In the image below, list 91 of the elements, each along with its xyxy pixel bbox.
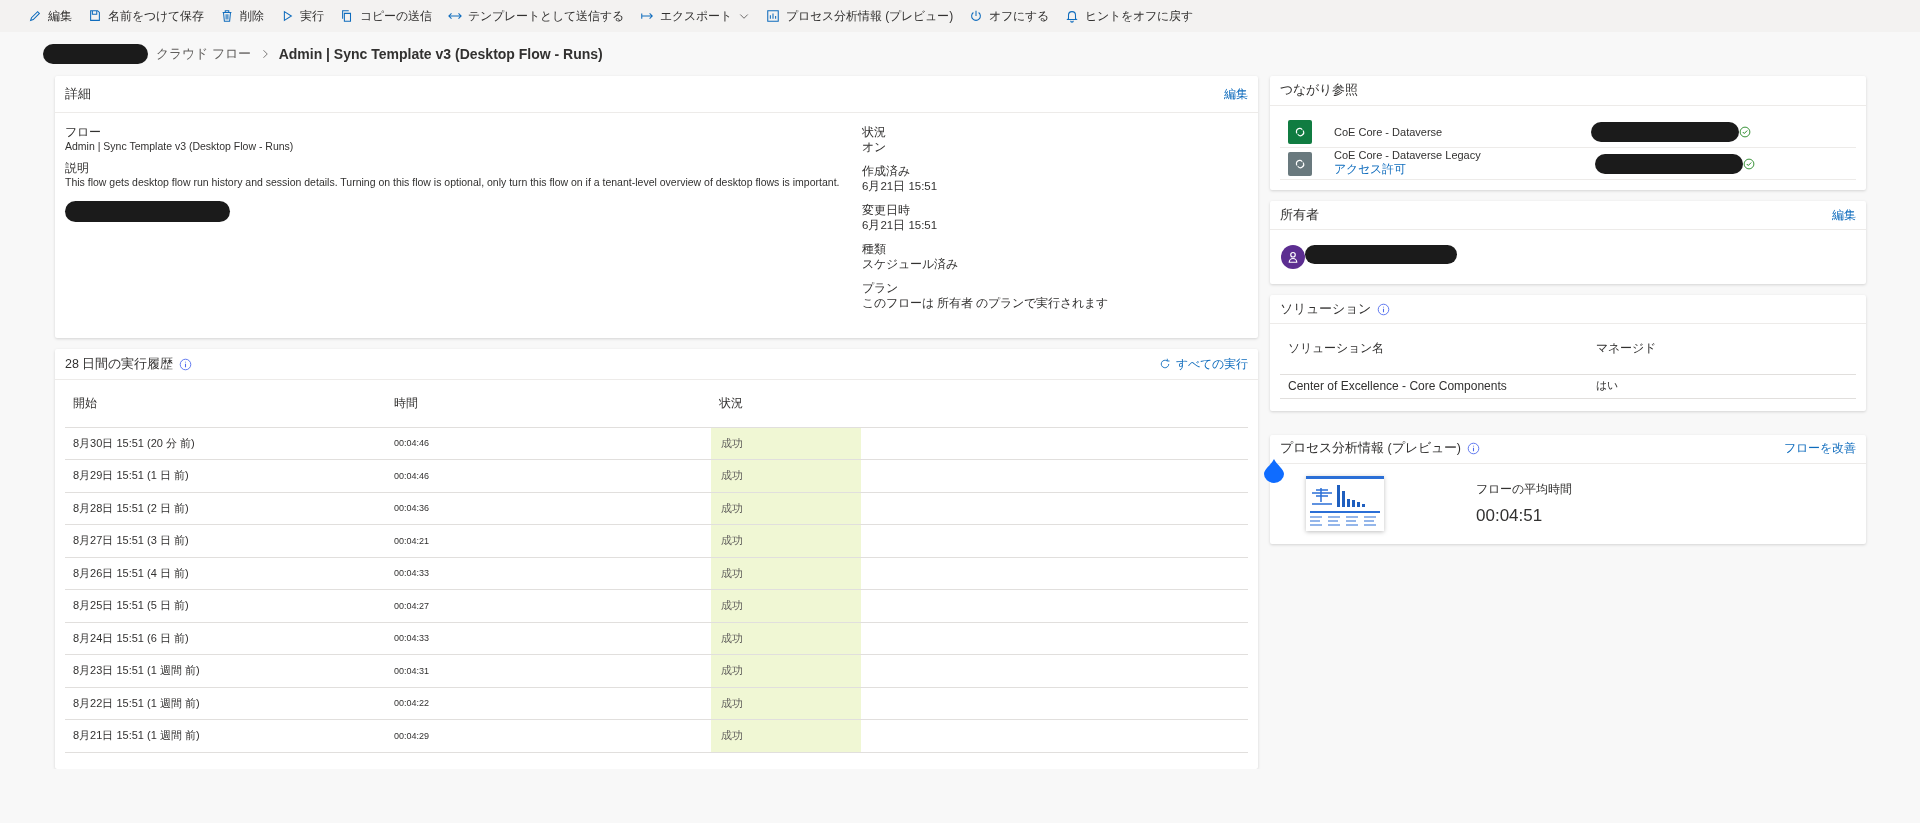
table-cell: 00:04:31 xyxy=(386,654,711,687)
field-label: 説明 xyxy=(65,161,90,176)
table-cell: 8月22日 15:51 (1 週間 前) xyxy=(65,687,386,720)
card-title: 所有者 xyxy=(1280,206,1319,224)
table-cell: Center of Excellence - Core Components xyxy=(1280,374,1588,398)
connection-name: CoE Core - Dataverse xyxy=(1334,125,1444,138)
toolbar-button[interactable]: 削除 xyxy=(220,7,264,25)
card-title: 詳細 xyxy=(65,85,91,103)
access-link[interactable]: アクセス許可 xyxy=(1334,161,1559,178)
field-value: This flow gets desktop flow run history and session details. Turning on this flow is optional, only turn this flow on if a tenant-level overview of desktop flows is important. xyxy=(65,176,841,188)
card-title: プロセス分析情報 (プレビュー) xyxy=(1280,440,1461,457)
card-title: 28 日間の実行履歴 xyxy=(65,355,174,373)
table-cell: 8月24日 15:51 (6 日 前) xyxy=(65,622,386,655)
toolbar-button[interactable]: 実行 xyxy=(280,7,324,25)
column-header: ソリューション名 xyxy=(1280,324,1588,374)
improve-flow-link[interactable]: フローを改善 xyxy=(1784,440,1856,457)
field-label: プラン xyxy=(862,281,899,296)
column-header: マネージド xyxy=(1588,324,1856,374)
info-icon xyxy=(179,357,193,371)
refresh-icon xyxy=(1159,358,1171,370)
toolbar-button[interactable]: オフにする xyxy=(969,7,1050,25)
table-cell: 00:04:46 xyxy=(386,427,711,460)
column-header: 時間 xyxy=(386,380,711,427)
avatar-icon xyxy=(1281,245,1305,269)
table-cell: 00:04:36 xyxy=(386,492,711,525)
connection-name: CoE Core - Dataverse Legacy xyxy=(1334,149,1482,161)
metric-label: フローの平均時間 xyxy=(1476,481,1572,498)
field-value: 6月21日 15:51 xyxy=(862,179,939,194)
table-cell: 00:04:29 xyxy=(386,719,711,752)
status-cell: 成功 xyxy=(711,459,861,492)
column-header: 状況 xyxy=(711,380,861,427)
table-cell: 8月29日 15:51 (1 日 前) xyxy=(65,459,386,492)
column-header: 開始 xyxy=(65,380,386,427)
edit-link[interactable]: 編集 xyxy=(1224,85,1248,103)
status-cell: 成功 xyxy=(711,589,861,622)
status-cell: 成功 xyxy=(711,654,861,687)
toolbar-button[interactable]: テンプレートとして送信する xyxy=(448,7,624,25)
field-value: このフローは 所有者 のプランで実行されます xyxy=(862,296,1109,311)
field-label: 変更日時 xyxy=(862,203,911,218)
table-cell: 00:04:22 xyxy=(386,687,711,720)
table-cell: 00:04:21 xyxy=(386,524,711,557)
table-cell: 00:04:33 xyxy=(386,557,711,590)
power-icon xyxy=(969,9,984,23)
field-value: スケジュール済み xyxy=(862,257,959,272)
field-label: 種類 xyxy=(862,242,887,257)
table-cell: 8月21日 15:51 (1 週間 前) xyxy=(65,719,386,752)
table-cell: 8月30日 15:51 (20 分 前) xyxy=(65,427,386,460)
table-cell: 8月25日 15:51 (5 日 前) xyxy=(65,589,386,622)
save-icon xyxy=(88,9,102,23)
status-cell: 成功 xyxy=(711,524,861,557)
field-label: フロー xyxy=(65,125,102,140)
table-cell: 8月26日 15:51 (4 日 前) xyxy=(65,557,386,590)
table-cell: 00:04:27 xyxy=(386,589,711,622)
all-runs-link[interactable]: すべての実行 xyxy=(1159,355,1248,373)
metric-value: 00:04:51 xyxy=(1476,506,1544,526)
breadcrumb-link[interactable]: クラウド フロー xyxy=(156,45,251,63)
table-cell: 8月28日 15:51 (2 日 前) xyxy=(65,492,386,525)
page-title: Admin | Sync Template v3 (Desktop Flow - Runs) xyxy=(278,46,603,62)
status-cell: 成功 xyxy=(711,687,861,720)
trash-icon xyxy=(220,9,234,23)
toolbar-button[interactable]: エクスポート xyxy=(640,7,750,25)
toolbar-button[interactable]: 編集 xyxy=(28,7,72,25)
toolbar-button[interactable]: プロセス分析情報 (プレビュー) xyxy=(766,7,954,25)
card-title: ソリューション xyxy=(1280,300,1371,318)
table-cell: 00:04:33 xyxy=(386,622,711,655)
field-value: オン xyxy=(862,140,887,155)
edit-link[interactable]: 編集 xyxy=(1832,206,1856,224)
copy-icon xyxy=(340,9,354,23)
hint-beacon-icon[interactable] xyxy=(1263,458,1285,483)
status-cell: 成功 xyxy=(711,557,861,590)
chart-window-icon xyxy=(766,9,780,23)
status-cell: 成功 xyxy=(711,622,861,655)
toolbar-button[interactable]: 名前をつけて保存 xyxy=(88,7,204,25)
table-cell: 8月23日 15:51 (1 週間 前) xyxy=(65,654,386,687)
field-label: 状況 xyxy=(862,125,887,140)
field-value: 6月21日 15:51 xyxy=(862,218,939,233)
field-label: 作成済み xyxy=(862,164,911,179)
table-cell: 00:04:46 xyxy=(386,459,711,492)
info-icon xyxy=(1466,442,1480,455)
table-cell: はい xyxy=(1588,374,1856,398)
info-icon xyxy=(1377,302,1390,316)
toolbar-button[interactable]: ヒントをオフに戻す xyxy=(1065,7,1194,25)
toolbar-button[interactable]: コピーの送信 xyxy=(340,7,432,25)
field-value: Admin | Sync Template v3 (Desktop Flow - Runs) xyxy=(65,140,295,152)
status-cell: 成功 xyxy=(711,427,861,460)
status-cell: 成功 xyxy=(711,719,861,752)
card-title: つながり参照 xyxy=(1280,82,1358,99)
status-cell: 成功 xyxy=(711,492,861,525)
bell-icon xyxy=(1065,9,1080,23)
pencil-icon xyxy=(28,9,42,23)
table-cell: 8月27日 15:51 (3 日 前) xyxy=(65,524,386,557)
